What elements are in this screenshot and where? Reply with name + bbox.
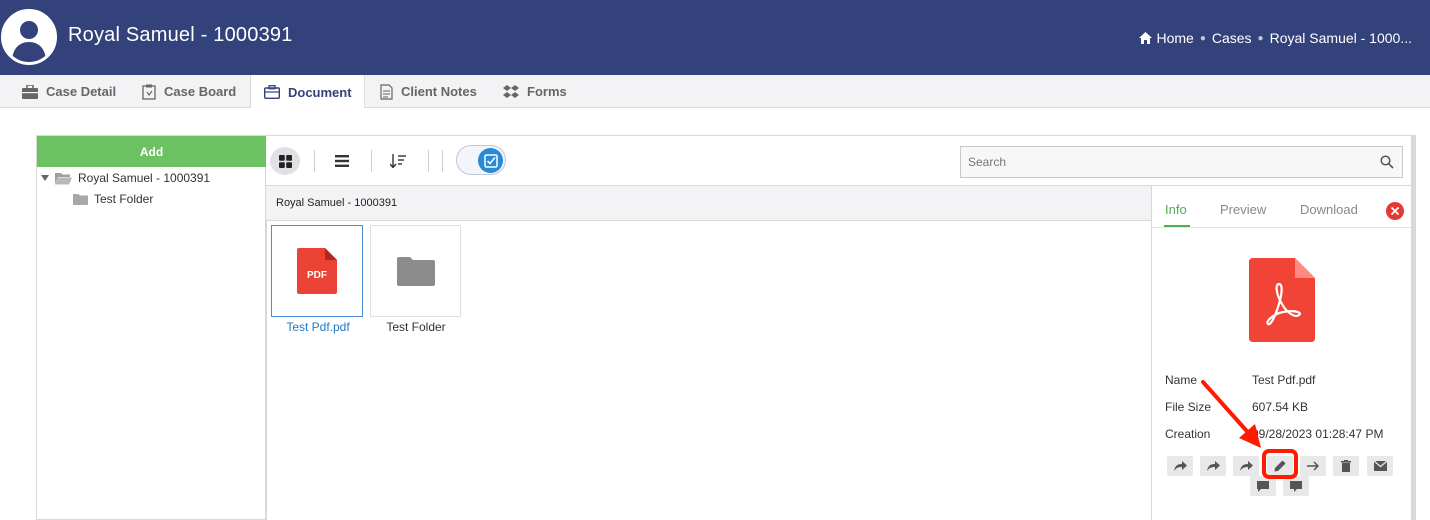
toolbar-divider: [428, 150, 429, 172]
folder-tree-panel: Add Royal Samuel - 1000391 Test Folder: [36, 135, 266, 520]
document-case-icon: [264, 85, 280, 99]
file-card-folder[interactable]: [370, 225, 461, 317]
list-view-button[interactable]: [327, 147, 357, 175]
close-panel-button[interactable]: [1386, 202, 1404, 220]
toolbar-divider: [442, 150, 443, 172]
mail-icon: [1373, 461, 1387, 471]
document-toolbar: [266, 135, 1412, 185]
toolbar-divider: [314, 150, 315, 172]
email-button[interactable]: [1367, 456, 1393, 476]
tree-root-label: Royal Samuel - 1000391: [78, 171, 211, 185]
active-tab-indicator: [1164, 225, 1190, 227]
folder-icon: [73, 194, 88, 205]
current-path-label: Royal Samuel - 1000391: [276, 197, 398, 209]
tab-preview[interactable]: Preview: [1220, 202, 1266, 217]
grid-icon: [278, 154, 292, 168]
tree-child-label: Test Folder: [94, 192, 154, 206]
meta-value-creation: 09/28/2023 01:28:47 PM: [1252, 427, 1384, 441]
folder-open-icon: [55, 172, 72, 184]
tab-label: Client Notes: [401, 84, 477, 99]
comment-icon: [1257, 480, 1269, 492]
pdf-preview-icon: [1249, 258, 1315, 342]
breadcrumb-current: Royal Samuel - 1000...: [1269, 30, 1412, 46]
share-button[interactable]: [1200, 456, 1226, 476]
pdf-badge: PDF: [307, 270, 327, 281]
list-icon: [335, 155, 349, 167]
file-grid: PDF Test Pdf.pdf Test Folder: [266, 221, 1152, 520]
close-icon: [1391, 207, 1399, 215]
file-card-pdf[interactable]: PDF: [271, 225, 363, 317]
comment-button[interactable]: [1283, 476, 1309, 496]
tab-client-notes[interactable]: Client Notes: [368, 75, 489, 108]
clipboard-icon: [142, 84, 156, 100]
tab-download[interactable]: Download: [1300, 202, 1358, 217]
share-icon: [1239, 461, 1253, 471]
breadcrumb-separator: ●: [1199, 32, 1206, 44]
toggle-knob: [478, 148, 503, 173]
tab-forms[interactable]: Forms: [491, 75, 579, 108]
tab-label: Case Board: [164, 84, 237, 99]
share-icon: [1173, 461, 1187, 471]
notes-icon: [380, 83, 393, 100]
breadcrumb-separator: ●: [1257, 32, 1264, 44]
breadcrumb-home[interactable]: Home: [1139, 30, 1194, 46]
current-path-bar: Royal Samuel - 1000391: [266, 185, 1152, 221]
share-icon: [1206, 461, 1220, 471]
tree-child-folder[interactable]: Test Folder: [73, 192, 153, 206]
forms-icon: [503, 84, 519, 98]
info-tab-bar: Info Preview Download: [1152, 186, 1411, 228]
tab-case-detail[interactable]: Case Detail: [10, 75, 128, 108]
search-input[interactable]: [961, 155, 1372, 169]
add-button[interactable]: Add: [37, 136, 266, 167]
edit-highlight-box: [1262, 449, 1298, 479]
comment-button[interactable]: [1250, 476, 1276, 496]
search-icon[interactable]: [1372, 155, 1402, 169]
sort-button[interactable]: [383, 147, 413, 175]
caret-down-icon[interactable]: [41, 175, 49, 181]
user-silhouette-icon: [4, 12, 54, 62]
tab-label: Forms: [527, 84, 567, 99]
app-header: Royal Samuel - 1000391 Home ● Cases ● Ro…: [0, 0, 1430, 75]
toolbar-divider: [371, 150, 372, 172]
tab-label: Case Detail: [46, 84, 117, 99]
meta-value-size: 607.54 KB: [1252, 400, 1309, 414]
meta-label-name: Name: [1165, 373, 1198, 387]
meta-label-creation: Creation: [1165, 427, 1211, 441]
trash-icon: [1341, 460, 1351, 472]
tab-info[interactable]: Info: [1165, 202, 1187, 217]
sort-icon: [390, 154, 406, 168]
grid-view-button[interactable]: [270, 147, 300, 175]
arrow-right-icon: [1307, 461, 1319, 471]
folder-icon: [396, 257, 435, 286]
breadcrumb-cases[interactable]: Cases: [1212, 30, 1252, 46]
home-icon: [1139, 32, 1153, 44]
briefcase-icon: [22, 84, 38, 99]
search-box: [960, 146, 1403, 178]
tree-root-folder[interactable]: Royal Samuel - 1000391: [41, 171, 210, 185]
tab-label: Document: [288, 84, 352, 100]
tab-document[interactable]: Document: [250, 75, 365, 109]
delete-button[interactable]: [1333, 456, 1359, 476]
case-tab-bar: Case Detail Case Board Document Client N…: [0, 75, 1430, 109]
breadcrumb: Home ● Cases ● Royal Samuel - 1000...: [1139, 30, 1412, 46]
pdf-file-icon: PDF: [297, 248, 337, 294]
share-button[interactable]: [1167, 456, 1193, 476]
checkbox-checked-icon: [483, 153, 498, 168]
vertical-scrollbar[interactable]: [1412, 135, 1416, 520]
breadcrumb-home-label: Home: [1156, 30, 1194, 46]
page-title: Royal Samuel - 1000391: [68, 24, 293, 46]
file-name[interactable]: Test Pdf.pdf: [263, 320, 373, 334]
tab-case-board[interactable]: Case Board: [130, 75, 248, 108]
avatar[interactable]: [1, 9, 57, 65]
move-button[interactable]: [1300, 456, 1326, 476]
file-name[interactable]: Test Folder: [361, 320, 471, 334]
comment-icon: [1290, 480, 1302, 492]
meta-label-size: File Size: [1165, 400, 1212, 414]
share-button[interactable]: [1233, 456, 1259, 476]
select-mode-toggle[interactable]: [456, 145, 506, 175]
meta-value-name: Test Pdf.pdf: [1252, 373, 1316, 387]
